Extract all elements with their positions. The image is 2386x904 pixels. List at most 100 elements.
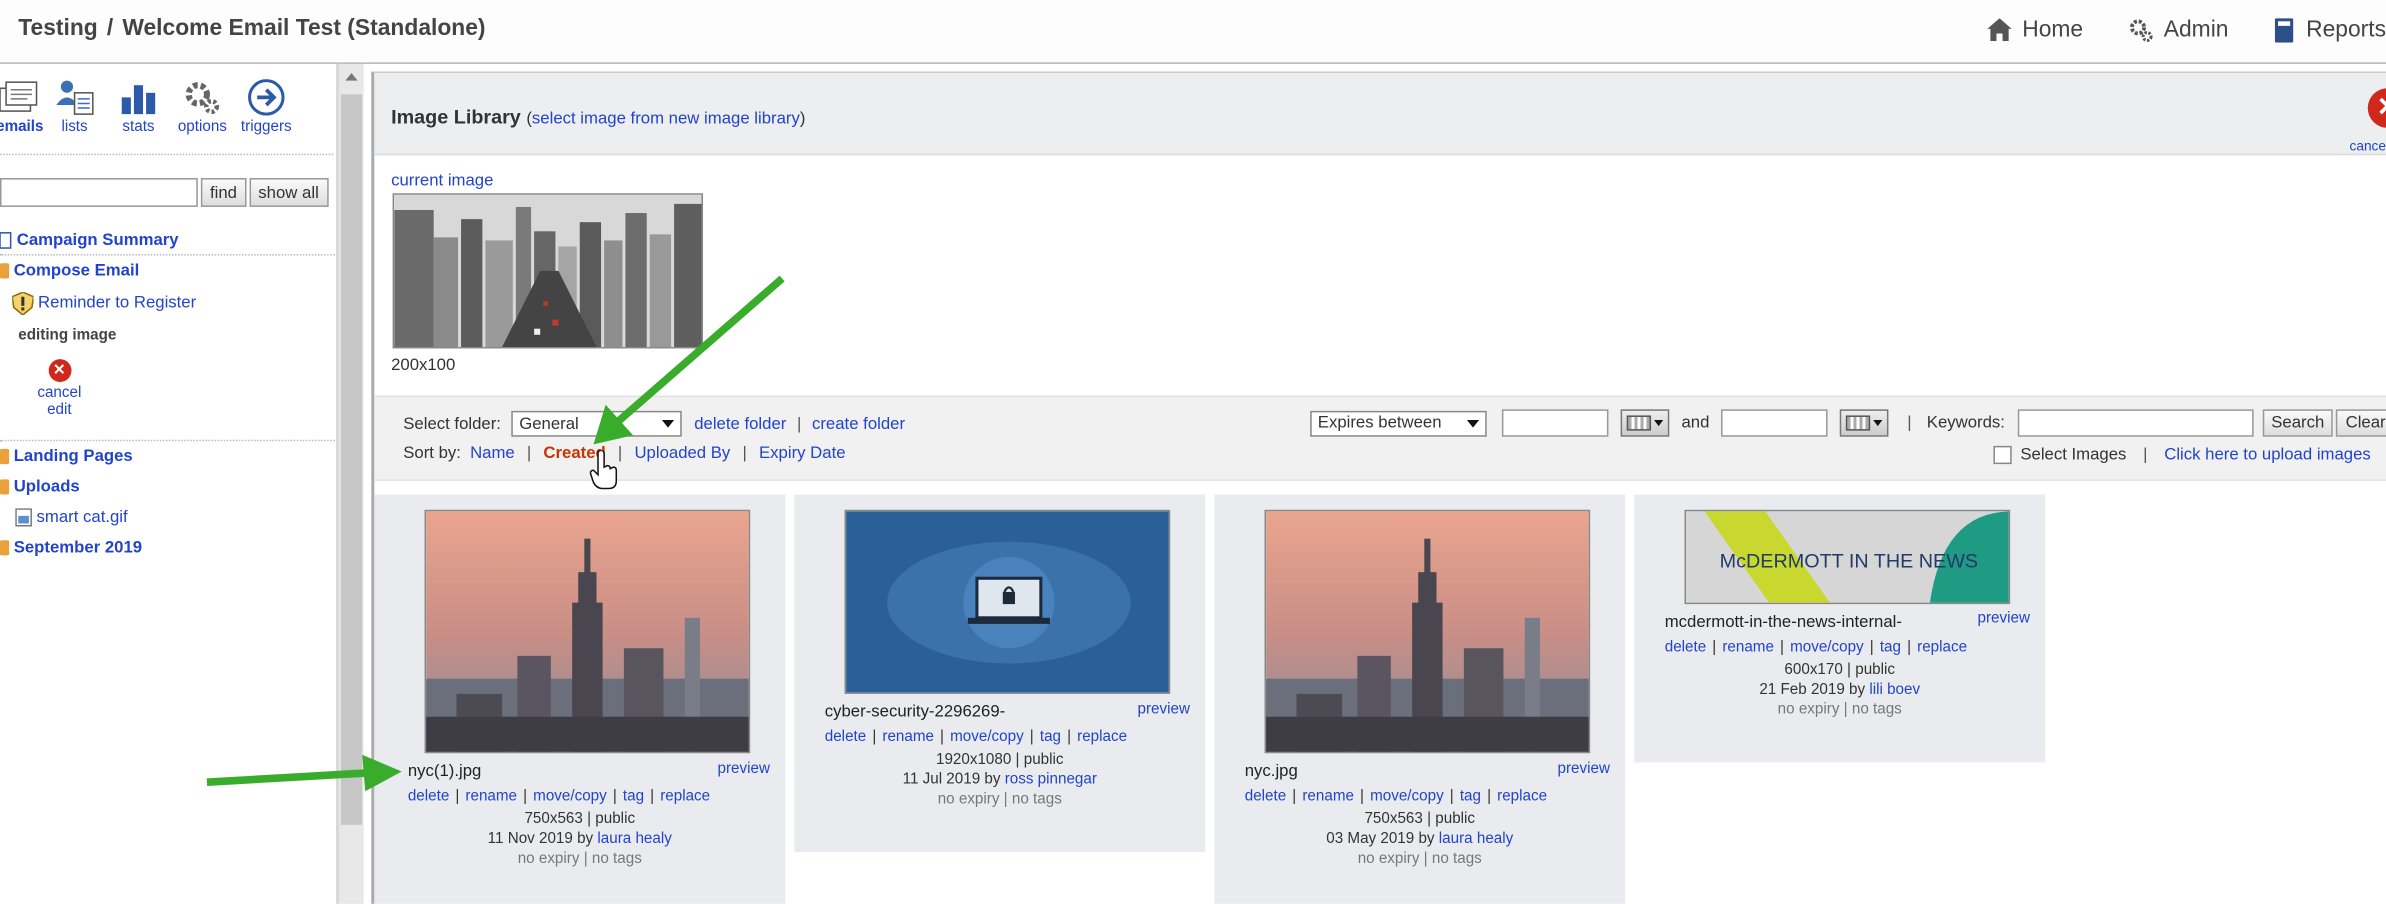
expiry-from-input[interactable] <box>1501 409 1609 437</box>
chevron-down-icon <box>1654 419 1664 427</box>
tool-options[interactable]: options <box>170 79 234 154</box>
replace-link[interactable]: replace <box>1917 639 1967 656</box>
tree-uploads-label: Uploads <box>13 477 80 497</box>
tag-link[interactable]: tag <box>1460 788 1481 805</box>
nav-reports[interactable]: Reports <box>2274 17 2386 43</box>
preview-link[interactable]: preview <box>1977 610 2029 627</box>
folder-icon <box>0 448 10 465</box>
search-button[interactable]: Search <box>2262 409 2334 437</box>
tool-emails[interactable]: emails <box>0 79 43 154</box>
home-icon <box>1987 18 2012 42</box>
folder-icon <box>0 540 10 556</box>
delete-link[interactable]: delete <box>408 788 449 805</box>
image-user-link[interactable]: laura healy <box>1439 831 1513 848</box>
tag-link[interactable]: tag <box>1880 639 1901 656</box>
find-button[interactable]: find <box>200 178 247 207</box>
create-folder-link[interactable]: create folder <box>812 415 905 433</box>
scroll-up-arrow[interactable] <box>345 73 358 81</box>
tree-campaign-summary[interactable]: Campaign Summary <box>0 225 335 256</box>
select-folder-row: Select folder: General delete folder | c… <box>403 410 905 437</box>
move-copy-link[interactable]: move/copy <box>1790 639 1864 656</box>
tool-stats[interactable]: stats <box>107 79 171 154</box>
breadcrumb-parent[interactable]: Testing <box>18 15 97 41</box>
replace-link[interactable]: replace <box>660 788 710 805</box>
expiry-filter-row: Expires between and | Keywords: Search C… <box>1310 409 2386 437</box>
tag-link[interactable]: tag <box>623 788 644 805</box>
image-card[interactable]: nyc.jpg preview delete | rename | move/cop… <box>1214 494 1626 904</box>
select-images-row: Select Images | Click here to upload ima… <box>1992 445 2371 465</box>
separator: | <box>1847 661 1852 679</box>
replace-link[interactable]: replace <box>1077 729 1127 746</box>
replace-link[interactable]: replace <box>1497 788 1547 805</box>
sidebar-scrollbar[interactable] <box>337 63 364 904</box>
cancel-library-icon[interactable]: ✕ <box>2367 88 2386 128</box>
image-user-link[interactable]: lili boev <box>1869 682 1920 699</box>
show-all-button[interactable]: show all <box>249 178 328 207</box>
image-date-row: 21 Feb 2019 by lili boev <box>1634 682 2045 699</box>
top-bar: Testing / Welcome Email Test (Standalone) … <box>0 0 2386 64</box>
select-folder-label: Select folder: <box>403 414 501 433</box>
tree-september[interactable]: September 2019 <box>0 533 338 563</box>
rename-link[interactable]: rename <box>1722 639 1774 656</box>
move-copy-link[interactable]: move/copy <box>1370 788 1444 805</box>
folder-select[interactable]: General <box>511 410 683 437</box>
tree-reminder[interactable]: Reminder to Register <box>0 286 338 319</box>
rename-link[interactable]: rename <box>882 729 934 746</box>
nav-home[interactable]: Home <box>1987 17 2083 43</box>
preview-link[interactable]: preview <box>1558 761 1610 778</box>
stats-icon <box>121 85 156 115</box>
preview-link[interactable]: preview <box>718 761 770 778</box>
image-card[interactable]: nyc(1).jpg preview delete | rename | move/… <box>374 494 786 904</box>
nav-admin[interactable]: Admin <box>2129 17 2228 43</box>
delete-link[interactable]: delete <box>1665 639 1706 656</box>
calendar-to-button[interactable] <box>1840 409 1889 437</box>
tool-lists-label: lists <box>61 118 88 136</box>
keywords-input[interactable] <box>2017 409 2253 437</box>
image-tags: no tags <box>1851 701 1902 719</box>
new-library-link[interactable]: select image from new image library <box>532 110 800 128</box>
calendar-from-button[interactable] <box>1620 409 1670 437</box>
delete-link[interactable]: delete <box>825 729 866 746</box>
expiry-select[interactable]: Expires between <box>1310 410 1487 436</box>
delete-link[interactable]: delete <box>1245 788 1286 805</box>
move-copy-link[interactable]: move/copy <box>950 729 1024 746</box>
find-input[interactable] <box>0 178 198 207</box>
tree-compose-email[interactable]: Compose Email <box>0 256 338 286</box>
image-thumbnail[interactable]: McDERMOTT IN THE NEWS <box>1684 509 2011 605</box>
image-user-link[interactable]: laura healy <box>597 831 671 848</box>
image-user-link[interactable]: ross pinnegar <box>1005 772 1097 789</box>
separator: | <box>612 788 617 805</box>
tree-uploads[interactable]: Uploads <box>0 472 338 502</box>
tree-landing-pages[interactable]: Landing Pages <box>0 441 338 471</box>
tag-link[interactable]: tag <box>1040 729 1061 746</box>
clear-button[interactable]: Clear <box>2336 409 2386 437</box>
image-thumbnail[interactable] <box>424 509 751 754</box>
upload-images-link[interactable]: Click here to upload images <box>2164 446 2371 464</box>
rename-link[interactable]: rename <box>465 788 517 805</box>
tree-upload-file[interactable]: smart cat.gif <box>0 502 338 532</box>
image-thumbnail[interactable] <box>1264 509 1591 754</box>
scrollbar-thumb[interactable] <box>340 94 363 825</box>
preview-link[interactable]: preview <box>1138 702 1190 719</box>
rename-link[interactable]: rename <box>1302 788 1354 805</box>
image-expiry: no expiry <box>1777 701 1840 719</box>
move-copy-link[interactable]: move/copy <box>533 788 607 805</box>
expiry-to-input[interactable] <box>1721 409 1829 437</box>
delete-folder-link[interactable]: delete folder <box>694 415 786 433</box>
image-card[interactable]: McDERMOTT IN THE NEWS mcdermott-in-the-n… <box>1634 494 2046 763</box>
image-dims-row: 1920x1080 | public <box>794 752 1205 769</box>
current-image-thumbnail[interactable] <box>392 193 704 349</box>
cancel-library-label[interactable]: cancel <box>2349 138 2386 153</box>
sort-created[interactable]: Created <box>543 444 605 462</box>
nyc-skyline-image <box>1266 511 1589 752</box>
image-card[interactable]: cyber-security-2296269- preview delete | … <box>794 494 1206 853</box>
image-thumbnail[interactable] <box>844 509 1171 694</box>
separator: | <box>940 728 945 746</box>
select-images-checkbox[interactable] <box>1992 445 2012 465</box>
tool-lists[interactable]: lists <box>43 79 107 154</box>
sort-uploaded-by[interactable]: Uploaded By <box>634 444 730 462</box>
tool-triggers[interactable]: triggers <box>234 79 298 154</box>
cancel-edit-button[interactable]: ✕ cancel edit <box>0 350 119 435</box>
sort-name[interactable]: Name <box>470 444 515 462</box>
sort-expiry-date[interactable]: Expiry Date <box>759 444 846 462</box>
